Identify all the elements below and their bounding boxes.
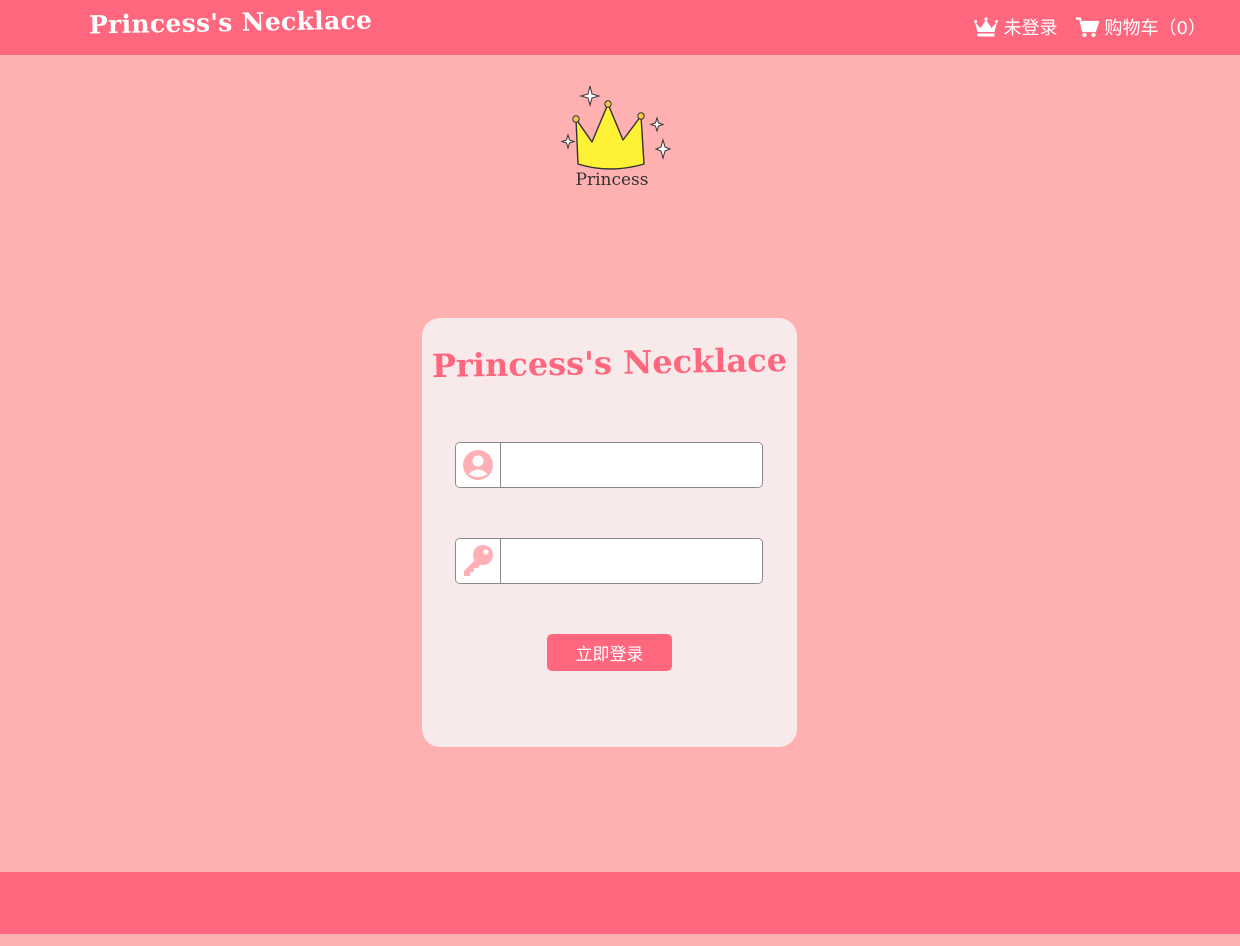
crown-icon [973, 17, 998, 37]
user-circle-icon [456, 443, 501, 487]
username-field [455, 442, 763, 488]
login-status-label: 未登录 [1003, 18, 1058, 39]
password-input[interactable] [501, 539, 762, 583]
cart-icon [1075, 16, 1099, 38]
login-title: Princess's Necklace [431, 340, 788, 386]
nav-right: 未登录 购物车（0） [973, 14, 1206, 40]
login-status-link[interactable]: 未登录 [973, 14, 1058, 40]
key-icon [456, 539, 501, 583]
logo-caption: Princess [576, 170, 649, 190]
cart-label: 购物车（0） [1104, 18, 1206, 39]
login-card: Princess's Necklace 立即登录 [422, 318, 797, 747]
password-field [455, 538, 763, 584]
login-submit-button[interactable]: 立即登录 [547, 634, 672, 671]
footer-bar [0, 872, 1240, 934]
footer-strip [0, 934, 1240, 946]
crown-logo: Princess [558, 84, 674, 192]
cart-link[interactable]: 购物车（0） [1075, 14, 1206, 40]
login-page: Princess's Necklace 未登录 购物车（0） Princess … [0, 0, 1240, 946]
top-navbar: Princess's Necklace 未登录 购物车（0） [0, 0, 1240, 55]
username-input[interactable] [501, 443, 762, 487]
brand-title[interactable]: Princess's Necklace [89, 6, 373, 40]
